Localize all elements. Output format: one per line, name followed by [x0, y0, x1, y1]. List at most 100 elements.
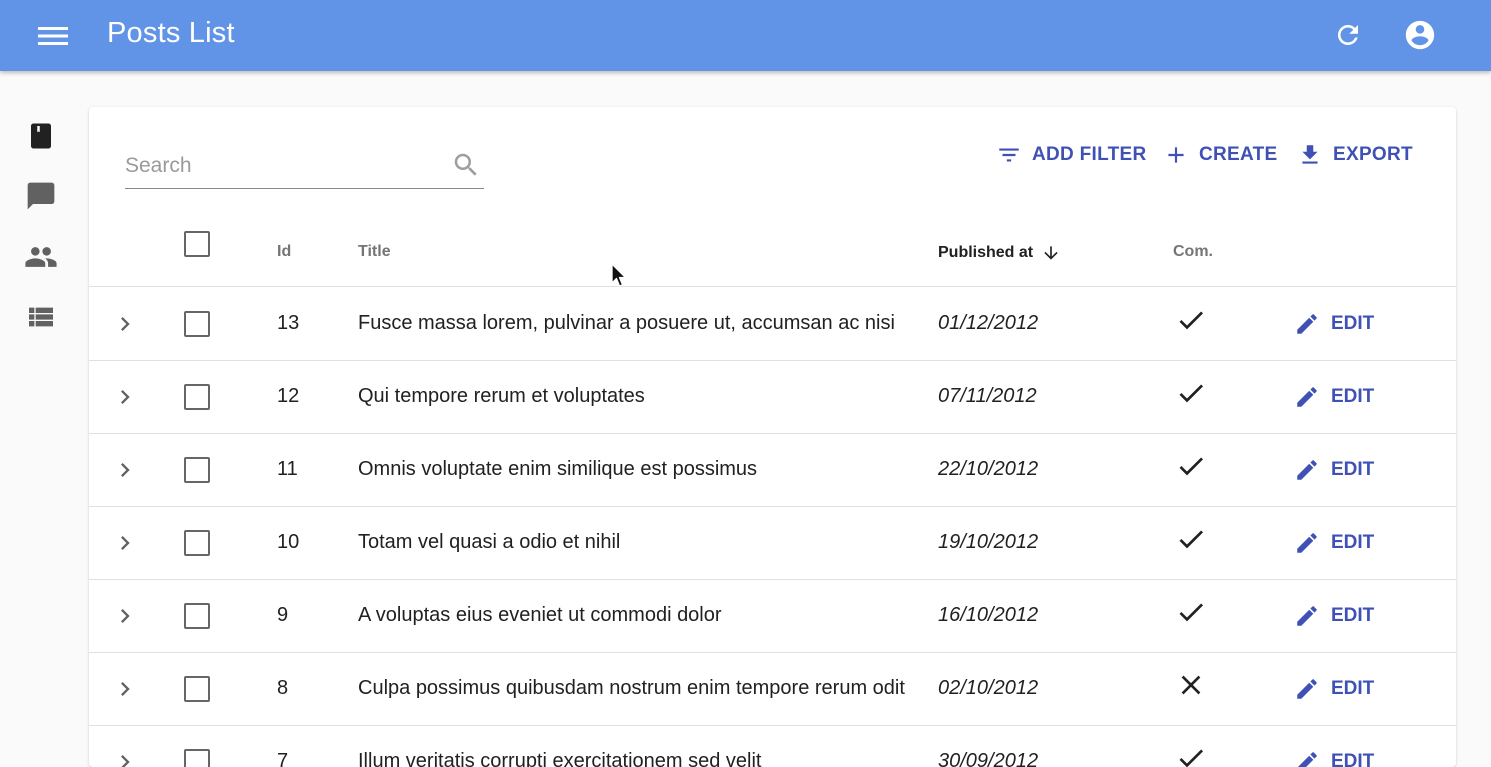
check-icon [1175, 742, 1207, 767]
edit-label: EDIT [1331, 313, 1375, 334]
check-icon [1175, 304, 1207, 336]
row-id: 8 [277, 677, 289, 699]
edit-icon [1294, 530, 1320, 556]
table-row[interactable]: 11 Omnis voluptate enim similique est pos… [89, 434, 1456, 507]
table-row[interactable]: 7 Illum veritatis corrupti exercitationem… [89, 726, 1456, 767]
table-row[interactable]: 10 Totam vel quasi a odio et nihil 19/10/2… [89, 507, 1456, 580]
row-checkbox[interactable] [184, 384, 210, 410]
arrow-downward-icon [1041, 243, 1061, 263]
add-filter-button[interactable]: ADD FILTER [996, 140, 1147, 170]
row-title: Qui tempore rerum et voluptates [358, 385, 645, 407]
column-header-title[interactable]: Title [358, 243, 391, 261]
row-checkbox[interactable] [184, 457, 210, 483]
page-title: Posts List [107, 17, 235, 49]
edit-button[interactable]: EDIT [1294, 528, 1374, 558]
clear-icon [1175, 669, 1207, 701]
row-title: A voluptas eius eveniet ut commodi dolor [358, 604, 722, 626]
people-icon[interactable] [20, 236, 62, 278]
add-filter-label: ADD FILTER [1032, 144, 1147, 165]
export-label: EXPORT [1333, 144, 1413, 165]
row-published-at: 19/10/2012 [938, 531, 1039, 553]
row-checkbox[interactable] [184, 676, 210, 702]
table-header: Id Title Published at Com. [89, 215, 1456, 287]
create-button[interactable]: CREATE [1163, 140, 1278, 170]
chevron-right-icon[interactable] [111, 529, 139, 557]
add-icon [1163, 142, 1189, 168]
edit-icon [1294, 603, 1320, 629]
refresh-icon[interactable] [1328, 15, 1368, 55]
search-icon[interactable] [451, 150, 481, 180]
chevron-right-icon[interactable] [111, 748, 139, 767]
row-title: Illum veritatis corrupti exercitationem … [358, 750, 762, 767]
row-checkbox[interactable] [184, 603, 210, 629]
column-header-published-at[interactable]: Published at [938, 243, 1061, 263]
export-button[interactable]: EXPORT [1297, 140, 1413, 170]
app-bar: Posts List [0, 0, 1491, 71]
account-circle-icon[interactable] [1400, 15, 1440, 55]
row-id: 11 [277, 458, 298, 480]
menu-icon[interactable] [33, 16, 73, 56]
view-list-icon[interactable] [20, 296, 62, 338]
table-row[interactable]: 12 Qui tempore rerum et voluptates 07/11/2… [89, 361, 1456, 434]
list-card: ADD FILTER CREATE EXPORT Id Title Publis… [89, 107, 1456, 767]
edit-label: EDIT [1331, 605, 1375, 626]
edit-button[interactable]: EDIT [1294, 601, 1374, 631]
select-all-checkbox[interactable] [184, 231, 210, 257]
row-id: 13 [277, 312, 300, 334]
table-row[interactable]: 13 Fusce massa lorem, pulvinar a posuere … [89, 288, 1456, 361]
edit-button[interactable]: EDIT [1294, 309, 1374, 339]
edit-icon [1294, 749, 1320, 767]
row-published-at: 22/10/2012 [938, 458, 1039, 480]
edit-button[interactable]: EDIT [1294, 747, 1374, 767]
download-icon [1297, 142, 1323, 168]
row-checkbox[interactable] [184, 749, 210, 767]
published-at-label: Published at [938, 244, 1034, 261]
row-checkbox[interactable] [184, 530, 210, 556]
check-icon [1175, 523, 1207, 555]
edit-label: EDIT [1331, 459, 1375, 480]
create-label: CREATE [1199, 144, 1278, 165]
edit-icon [1294, 384, 1320, 410]
edit-label: EDIT [1331, 386, 1375, 407]
row-title: Omnis voluptate enim similique est possi… [358, 458, 758, 480]
chevron-right-icon[interactable] [111, 675, 139, 703]
row-title: Culpa possimus quibusdam nostrum enim te… [358, 677, 905, 699]
chevron-right-icon[interactable] [111, 602, 139, 630]
table-row[interactable]: 8 Culpa possimus quibusdam nostrum enim t… [89, 653, 1456, 726]
row-title: Fusce massa lorem, pulvinar a posuere ut… [358, 312, 895, 334]
edit-icon [1294, 457, 1320, 483]
row-title: Totam vel quasi a odio et nihil [358, 531, 621, 553]
row-id: 10 [277, 531, 300, 553]
edit-icon [1294, 676, 1320, 702]
row-id: 12 [277, 385, 300, 407]
chevron-right-icon[interactable] [111, 310, 139, 338]
check-icon [1175, 377, 1207, 409]
check-icon [1175, 596, 1207, 628]
column-header-id[interactable]: Id [277, 243, 291, 261]
edit-button[interactable]: EDIT [1294, 382, 1374, 412]
row-id: 7 [277, 750, 289, 767]
edit-button[interactable]: EDIT [1294, 455, 1374, 485]
search-field [125, 147, 484, 189]
row-published-at: 01/12/2012 [938, 312, 1039, 334]
chevron-right-icon[interactable] [111, 383, 139, 411]
row-published-at: 16/10/2012 [938, 604, 1039, 626]
mouse-cursor-icon [611, 263, 627, 289]
edit-label: EDIT [1331, 532, 1375, 553]
row-id: 9 [277, 604, 289, 626]
row-published-at: 02/10/2012 [938, 677, 1039, 699]
column-header-commentable[interactable]: Com. [1173, 243, 1213, 261]
row-checkbox[interactable] [184, 311, 210, 337]
check-icon [1175, 450, 1207, 482]
row-published-at: 30/09/2012 [938, 750, 1039, 767]
edit-icon [1294, 311, 1320, 337]
edit-label: EDIT [1331, 678, 1375, 699]
book-icon[interactable] [20, 115, 62, 157]
chevron-right-icon[interactable] [111, 456, 139, 484]
comment-icon[interactable] [20, 175, 62, 217]
edit-button[interactable]: EDIT [1294, 674, 1374, 704]
row-published-at: 07/11/2012 [938, 385, 1037, 407]
table-row[interactable]: 9 A voluptas eius eveniet ut commodi dolo… [89, 580, 1456, 653]
search-input[interactable] [125, 152, 445, 180]
edit-label: EDIT [1331, 751, 1375, 767]
